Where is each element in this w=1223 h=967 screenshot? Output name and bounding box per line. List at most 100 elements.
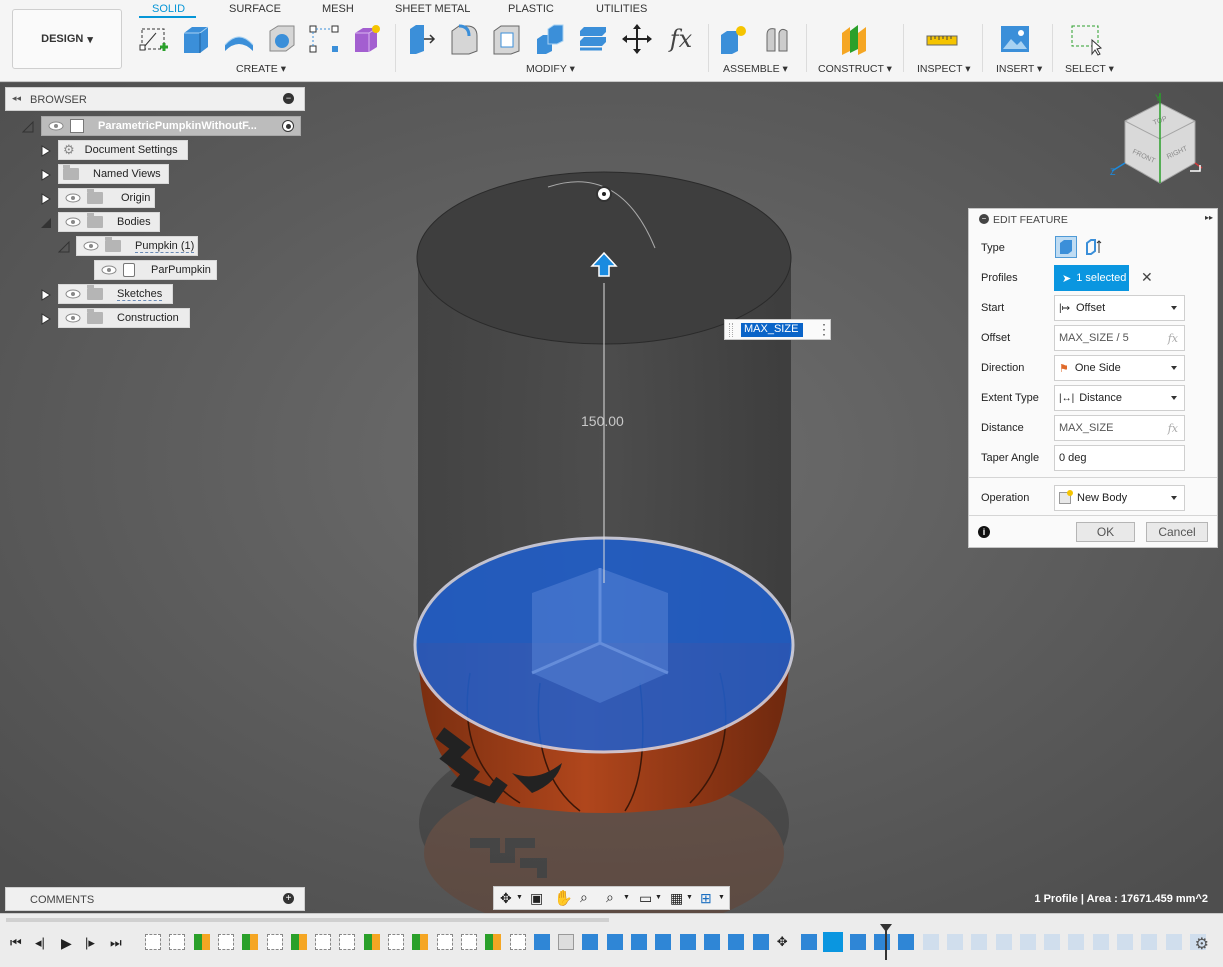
clear-selection-icon[interactable]: ✕ [1141,269,1153,286]
timeline-feature-faded-icon[interactable] [971,934,988,950]
timeline-feature-sketch-icon[interactable] [217,934,234,950]
pattern-icon[interactable] [307,22,341,56]
visibility-eye-icon[interactable] [64,288,82,300]
timeline-feature-extrude-icon[interactable] [631,934,647,950]
expand-triangle-icon[interactable] [40,169,52,181]
joint-icon[interactable] [760,22,794,56]
assemble-menu[interactable]: ASSEMBLE ▾ [723,63,788,75]
tab-surface[interactable]: SURFACE [229,3,281,15]
browser-item-pumpkin[interactable]: Pumpkin (1) [76,236,198,256]
timeline-feature-sketch-icon[interactable] [460,934,477,950]
measure-icon[interactable] [925,22,959,56]
timeline-feature-sketch-icon[interactable] [388,934,404,950]
create-menu[interactable]: CREATE ▾ [236,63,286,75]
operation-select[interactable]: New Body [1054,485,1185,511]
select-menu[interactable]: SELECT ▾ [1065,63,1114,75]
chamfer-icon[interactable] [490,22,524,56]
timeline-feature-faded-icon[interactable] [1092,934,1109,950]
timeline-feature-sketch-icon[interactable] [315,934,332,950]
shell-icon[interactable] [576,22,610,56]
browser-minimize-icon[interactable]: − [283,93,294,104]
timeline-feature-plane-icon[interactable] [363,934,380,950]
panel-minimize-icon[interactable]: − [979,214,989,224]
extent-type-select[interactable]: |↔| Distance [1054,385,1185,411]
zoom-icon[interactable]: ⌕ [580,889,588,906]
browser-item-document-settings[interactable]: ⚙ Document Settings [58,140,188,160]
press-pull-icon[interactable] [405,22,439,56]
timeline-feature-move-icon[interactable]: ✥ [777,934,793,950]
insert-menu[interactable]: INSERT ▾ [996,63,1042,75]
change-parameters-icon[interactable]: fx [664,22,698,56]
visibility-eye-icon[interactable] [64,192,82,204]
expand-triangle-icon[interactable] [40,145,52,157]
direction-select[interactable]: ⚑ One Side [1054,355,1185,381]
tab-solid[interactable]: SOLID [152,3,185,15]
go-to-end-icon[interactable]: ⏭ [110,935,122,951]
timeline-feature-faded-icon[interactable] [1044,934,1061,950]
visibility-eye-icon[interactable] [64,312,82,324]
timeline-feature-combine-icon[interactable] [849,934,866,950]
expand-panel-icon[interactable]: ▸▸ [1205,213,1213,222]
profiles-selection-button[interactable]: ➤ 1 selected [1054,265,1129,291]
collapse-browser-icon[interactable]: ◂◂ [12,93,21,104]
timeline-feature-faded-icon[interactable] [1165,934,1182,950]
move-icon[interactable] [620,22,654,56]
timeline-scrollbar[interactable] [6,918,609,922]
create-sketch-icon[interactable] [137,22,171,56]
offset-input[interactable]: MAX_SIZE / 5 fx [1054,325,1185,351]
start-select[interactable]: |↦ Offset [1054,295,1185,321]
drag-handle-icon[interactable] [729,323,733,337]
distance-input[interactable]: MAX_SIZE fx [1054,415,1185,441]
timeline-feature-sketch-icon[interactable] [266,934,283,950]
tab-utilities[interactable]: UTILITIES [596,3,647,15]
visibility-eye-icon[interactable] [82,240,100,252]
expand-triangle-icon[interactable] [40,289,52,301]
timeline-feature-combine-icon[interactable] [728,934,745,950]
fit-icon[interactable]: ⌕ [606,889,614,906]
chevron-down-icon[interactable]: ▼ [718,894,725,901]
visibility-eye-icon[interactable] [100,264,118,276]
activate-radio-icon[interactable] [282,120,294,132]
timeline-feature-faded-icon[interactable] [1068,934,1085,950]
inline-input-value[interactable]: MAX_SIZE [741,323,803,337]
browser-item-origin[interactable]: Origin [58,188,155,208]
step-forward-icon[interactable]: |▸ [85,935,95,951]
expand-triangle-icon[interactable] [22,121,34,133]
offset-plane-icon[interactable] [837,22,871,56]
timeline-feature-faded-icon[interactable] [995,934,1012,950]
expand-triangle-icon[interactable] [40,193,52,205]
comments-panel[interactable]: COMMENTS + [5,887,305,911]
hole-icon[interactable] [265,22,299,56]
type-thin-extrude-icon[interactable] [1083,236,1105,258]
timeline-feature-faded-icon[interactable] [1117,934,1133,950]
cancel-button[interactable]: Cancel [1146,522,1208,542]
timeline-feature-sketch-icon[interactable] [169,934,186,950]
chevron-down-icon[interactable]: ▼ [623,894,630,901]
orbit-icon[interactable]: ✥ [500,890,512,907]
timeline-feature-combine-icon[interactable] [679,934,696,950]
browser-root-item[interactable]: ParametricPumpkinWithoutF... [41,116,301,136]
fillet-icon[interactable] [448,22,482,56]
pan-icon[interactable]: ✋ [554,889,573,907]
extrude-icon[interactable] [179,22,213,56]
info-icon[interactable]: i [978,526,990,538]
inspect-menu[interactable]: INSPECT ▾ [917,63,971,75]
browser-item-parpumpkin[interactable]: ParPumpkin [94,260,217,280]
timeline-feature-faded-icon[interactable] [1141,934,1158,950]
tab-sheet-metal[interactable]: SHEET METAL [395,3,470,15]
add-comment-icon[interactable]: + [283,893,294,904]
design-workspace-button[interactable]: DESIGN ▾ [12,9,122,69]
fx-icon[interactable]: fx [1168,422,1178,435]
viewports-icon[interactable]: ⊞ [700,890,712,907]
tab-mesh[interactable]: MESH [322,3,354,15]
timeline-feature-combine-icon[interactable] [801,934,818,950]
timeline-settings-gear-icon[interactable]: ⚙ [1195,934,1209,954]
distance-inline-input[interactable]: MAX_SIZE ⋮ [724,319,831,340]
play-icon[interactable]: ▶ [61,935,72,952]
revolve-icon[interactable] [222,22,256,56]
chevron-down-icon[interactable]: ▼ [655,894,662,901]
taper-angle-input[interactable]: 0 deg [1054,445,1185,471]
go-to-start-icon[interactable]: ⏮ [10,935,22,951]
grid-icon[interactable]: ▦ [670,890,683,907]
expand-triangle-icon[interactable] [40,313,52,325]
